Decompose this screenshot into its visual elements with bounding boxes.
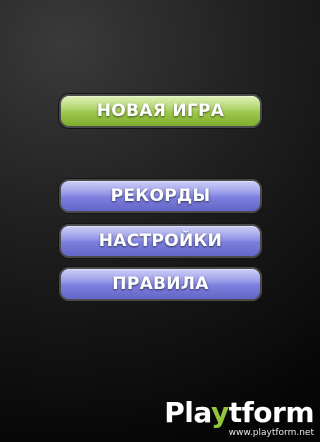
records-button[interactable]: РЕКОРДЫ <box>59 179 262 213</box>
rules-label: ПРАВИЛА <box>112 274 209 294</box>
game-screen: НОВАЯ ИГРА РЕКОРДЫ НАСТРОЙКИ ПРАВИЛА Pla… <box>0 0 320 442</box>
watermark-logo: Playtform <box>164 399 314 427</box>
watermark-logo-accent: y <box>210 396 229 429</box>
new-game-button[interactable]: НОВАЯ ИГРА <box>59 94 262 128</box>
records-label: РЕКОРДЫ <box>110 186 211 206</box>
watermark-url: www.playtform.net <box>228 428 314 438</box>
watermark-logo-part: tform <box>228 396 315 429</box>
settings-label: НАСТРОЙКИ <box>98 231 223 251</box>
watermark-logo-part: Pla <box>164 396 211 429</box>
watermark: Playtform www.playtform.net <box>164 399 314 439</box>
settings-button[interactable]: НАСТРОЙКИ <box>59 224 262 258</box>
new-game-label: НОВАЯ ИГРА <box>96 101 225 121</box>
rules-button[interactable]: ПРАВИЛА <box>59 267 262 301</box>
